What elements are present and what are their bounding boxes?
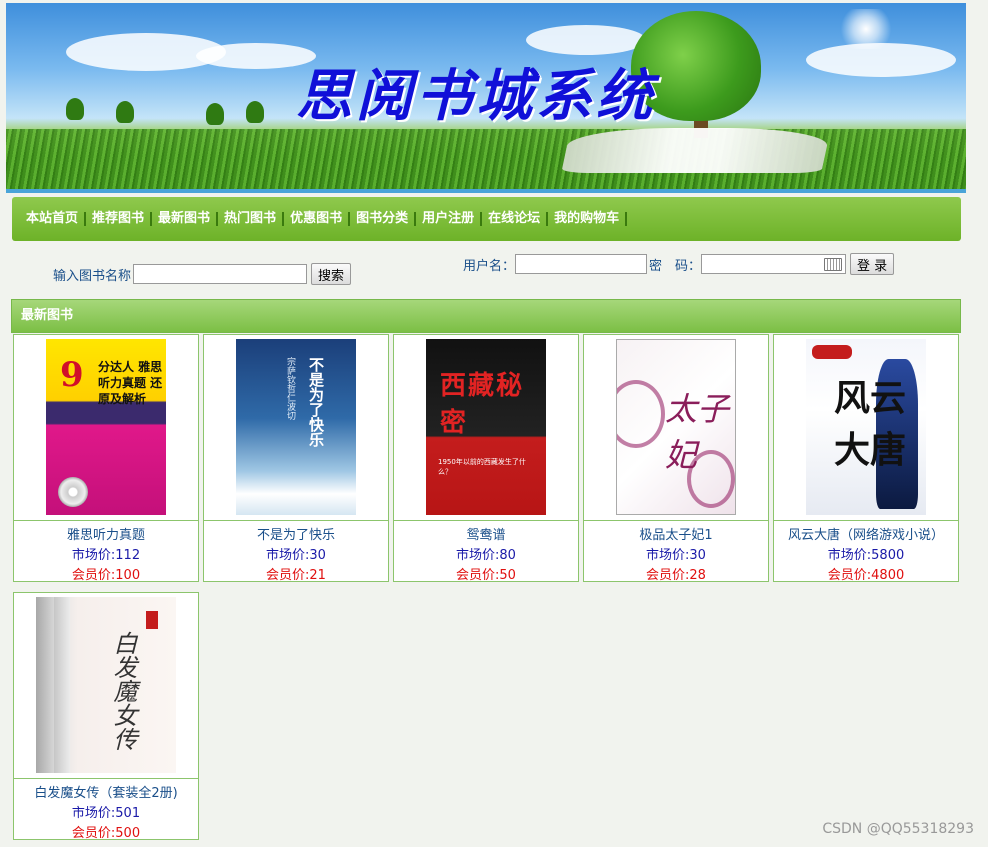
book-cover-area: 9 分达人 雅思听力真题 还原及解析 [14,335,198,521]
member-price: 会员价:21 [266,568,326,583]
site-banner: 思阅书城系统 [6,3,966,193]
cd-disc-icon [58,477,88,507]
open-book-icon [561,128,831,173]
login-form: 用户名： 密 码： 登 录 [463,253,895,275]
member-price: 会员价:500 [71,826,141,841]
book-cover-image[interactable]: 太子妃 [616,339,736,515]
search-button[interactable]: 搜索 [311,263,352,285]
member-price: 会员价:100 [71,568,141,583]
nav-item-register[interactable]: 用户注册 [414,212,480,226]
book-cover-image[interactable]: 西藏秘密 1950年以前的西藏发生了什么？ [426,339,546,515]
main-nav: 本站首页 推荐图书 最新图书 热门图书 优惠图书 图书分类 用户注册 在线论坛 … [12,197,961,241]
book-name[interactable]: 不是为了快乐 [204,524,388,543]
cover-title: 9 [60,355,84,395]
book-cover-area: 风云大唐 [774,335,958,521]
book-cover-area: 西藏秘密 1950年以前的西藏发生了什么？ [394,335,578,521]
tree-icon [246,101,264,123]
market-price: 市场价:5800 [827,548,905,563]
nav-item-discount[interactable]: 优惠图书 [282,212,348,226]
tree-icon [66,98,84,120]
book-card[interactable]: 9 分达人 雅思听力真题 还原及解析 雅思听力真题 市场价:112 会员价:10… [13,334,199,583]
book-cover-image[interactable]: 风云大唐 [806,339,926,515]
site-title: 思阅书城系统 [296,63,656,129]
swirl-decoration [617,380,665,448]
member-price: 会员价:28 [646,568,706,583]
book-card[interactable]: 白发魔女传 白发魔女传（套装全2册) 市场价:501 会员价:500 [13,592,199,841]
book-name[interactable]: 白发魔女传（套装全2册) [14,782,198,801]
cover-subtitle: 1950年以前的西藏发生了什么？ [438,458,526,476]
book-spine [36,597,54,773]
section-title-newest: 最新图书 [11,299,961,333]
book-name[interactable]: 鸳鸯谱 [394,524,578,543]
book-card[interactable]: 不是为了快乐 宗萨钦哲仁波切 不是为了快乐 市场价:30 会员价:21 [203,334,389,583]
cover-title: 西藏秘密 [440,371,525,438]
cover-title: 风云大唐 [834,377,907,471]
nav-item-hot[interactable]: 热门图书 [216,212,282,226]
book-name[interactable]: 雅思听力真题 [14,524,198,543]
book-cover-area: 太子妃 [584,335,768,521]
watermark: CSDN @QQ55318293 [822,821,974,837]
market-price: 市场价:30 [266,548,326,563]
cover-title: 白发魔女传 [109,631,137,751]
red-seal [146,611,158,629]
book-cover-area: 白发魔女传 [14,593,198,779]
nav-item-recommended[interactable]: 推荐图书 [84,212,150,226]
book-spine [54,597,70,773]
password-wrap [701,254,847,274]
username-input[interactable] [515,254,648,274]
book-name[interactable]: 风云大唐（网络游戏小说） [774,524,958,543]
cover-title: 不是为了快乐 [307,357,325,447]
publisher-badge [812,345,852,359]
market-price: 市场价:112 [71,548,141,563]
book-cover-area: 不是为了快乐 宗萨钦哲仁波切 [204,335,388,521]
book-card[interactable]: 太子妃 极品太子妃1 市场价:30 会员价:28 [583,334,769,583]
member-price: 会员价:4800 [827,568,905,583]
book-cover-image[interactable]: 9 分达人 雅思听力真题 还原及解析 [46,339,166,515]
market-price: 市场价:501 [71,806,141,821]
market-price: 市场价:30 [646,548,706,563]
cover-title: 太子妃 [665,390,730,474]
nav-item-forum[interactable]: 在线论坛 [480,212,546,226]
nav-item-home[interactable]: 本站首页 [20,212,84,226]
cover-subtitle: 宗萨钦哲仁波切 [285,357,295,420]
login-button[interactable]: 登 录 [850,253,895,275]
nav-item-newest[interactable]: 最新图书 [150,212,216,226]
book-cover-image[interactable]: 不是为了快乐 宗萨钦哲仁波切 [236,339,356,515]
book-card[interactable]: 西藏秘密 1950年以前的西藏发生了什么？ 鸳鸯谱 市场价:80 会员价:50 [393,334,579,583]
tree-icon [116,101,134,123]
book-cover-image[interactable]: 白发魔女传 [36,597,176,773]
search-input[interactable] [133,264,308,284]
market-price: 市场价:80 [456,548,516,563]
password-label: 密 码： [649,258,702,274]
nav-item-cart[interactable]: 我的购物车 [546,212,628,226]
tree-icon [206,103,224,125]
nav-item-categories[interactable]: 图书分类 [348,212,414,226]
sun-glow [836,9,896,49]
member-price: 会员价:50 [456,568,516,583]
search-label: 输入图书名称 [53,268,132,284]
search-bar: 输入图书名称 搜索 [53,263,352,285]
book-card[interactable]: 风云大唐 风云大唐（网络游戏小说） 市场价:5800 会员价:4800 [773,334,959,583]
username-label: 用户名： [463,258,516,274]
book-name[interactable]: 极品太子妃1 [584,524,768,543]
keyboard-icon[interactable] [824,258,843,271]
cover-subtitle: 分达人 雅思听力真题 还原及解析 [98,360,163,406]
